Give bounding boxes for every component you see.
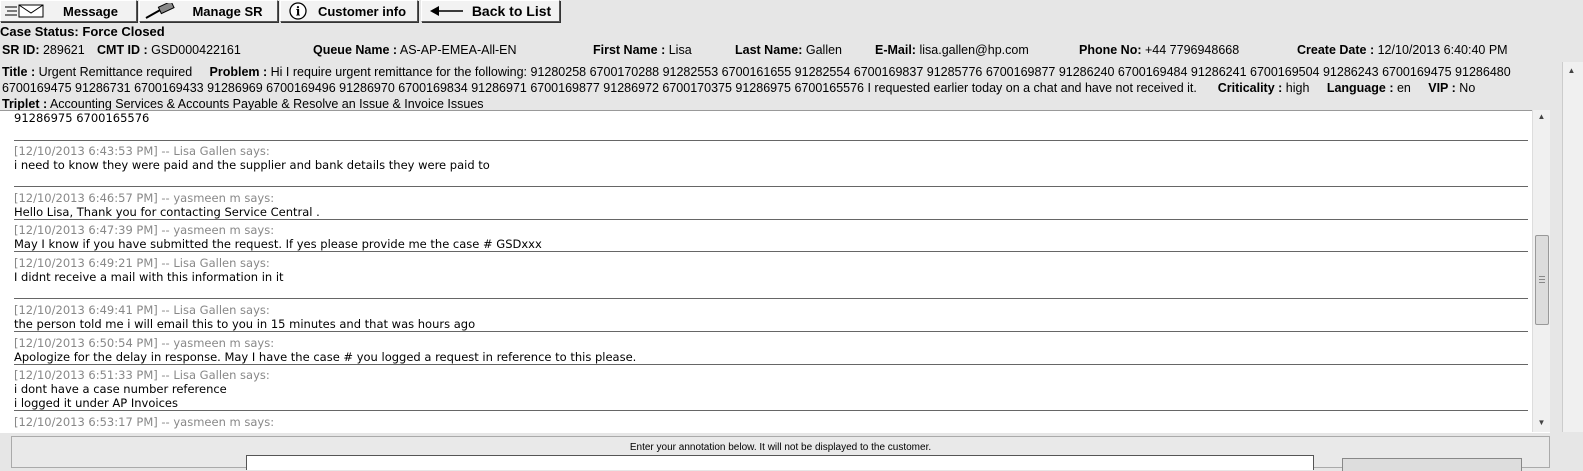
annotation-panel: Enter your annotation below. It will not…: [11, 436, 1550, 471]
scroll-up-icon[interactable]: ▲: [1533, 110, 1550, 124]
problem-label: Problem :: [209, 65, 268, 79]
create-date-value: 12/10/2013 6:40:40 PM: [1377, 43, 1508, 57]
scroll-down-icon[interactable]: ▼: [1533, 416, 1550, 430]
chat-message-meta: [12/10/2013 6:53:17 PM] -- yasmeen m say…: [14, 415, 275, 429]
left-arrow-icon: [430, 5, 464, 17]
back-to-list-button[interactable]: Back to List: [421, 0, 560, 22]
email-value: lisa.gallen@hp.com: [919, 43, 1029, 57]
triplet-label: Triplet :: [2, 97, 48, 111]
cmt-id-value: GSD000422161: [151, 43, 241, 57]
envelope-icon: [5, 3, 45, 19]
chat-message: [12/10/2013 6:53:17 PM] -- yasmeen m say…: [14, 415, 1528, 433]
criticality-value: high: [1285, 81, 1310, 95]
criticality-label: Criticality :: [1217, 81, 1283, 95]
language-label: Language :: [1326, 81, 1394, 95]
queue-label: Queue Name :: [313, 43, 398, 57]
first-name: First Name : Lisa: [593, 43, 692, 57]
message-button[interactable]: Message: [0, 0, 137, 22]
chat-message-text: i dont have a case number reference: [14, 382, 227, 396]
title-label: Title :: [2, 65, 36, 79]
chat-message-meta: [12/10/2013 6:46:57 PM] -- yasmeen m say…: [14, 191, 275, 205]
chat-message: [12/10/2013 6:51:33 PM] -- Lisa Gallen s…: [14, 368, 1528, 411]
last-name-value: Gallen: [805, 43, 843, 57]
toolbar: Message Manage SR i Customer info Back t…: [0, 0, 1583, 22]
chat-message-meta: [12/10/2013 6:49:41 PM] -- Lisa Gallen s…: [14, 303, 270, 317]
create-date: Create Date : 12/10/2013 6:40:40 PM: [1297, 43, 1508, 57]
cmt-id: CMT ID : GSD000422161: [97, 43, 241, 57]
phone-label: Phone No:: [1079, 43, 1142, 57]
sr-id-value: 289621: [42, 43, 85, 57]
case-status: Case Status: Force Closed: [0, 24, 165, 39]
vip-label: VIP :: [1428, 81, 1456, 95]
manage-sr-button[interactable]: Manage SR: [139, 0, 278, 22]
case-details: Title : Urgent Remittance required Probl…: [2, 64, 1552, 112]
first-name-label: First Name :: [593, 43, 666, 57]
scroll-up-icon[interactable]: ▲: [1563, 64, 1580, 78]
chat-message-meta: [12/10/2013 6:50:54 PM] -- yasmeen m say…: [14, 336, 275, 350]
customer-info-label: Customer info: [317, 3, 407, 19]
back-to-list-label: Back to List: [471, 3, 552, 19]
queue-name: Queue Name : AS-AP-EMEA-All-EN: [313, 43, 517, 57]
message-label: Message: [63, 3, 118, 19]
sr-id: SR ID: 289621: [2, 43, 85, 57]
last-name-label: Last Name:: [735, 43, 803, 57]
annotation-input[interactable]: [246, 455, 1314, 470]
chat-message: [12/10/2013 6:46:57 PM] -- yasmeen m say…: [14, 191, 1528, 220]
language-value: en: [1396, 81, 1411, 95]
chat-message-text: the person told me i will email this to …: [14, 317, 476, 331]
first-name-value: Lisa: [668, 43, 692, 57]
chat-message-text: 91286975 6700165576: [14, 111, 150, 125]
sr-id-label: SR ID:: [2, 43, 40, 57]
chat-transcript: 91286975 6700165576 [12/10/2013 6:43:53 …: [0, 110, 1550, 433]
triplet-value: Accounting Services & Accounts Payable &…: [49, 97, 484, 111]
chat-message-meta: [12/10/2013 6:47:39 PM] -- yasmeen m say…: [14, 223, 275, 237]
chat-message: [12/10/2013 6:47:39 PM] -- yasmeen m say…: [14, 223, 1528, 252]
annotation-submit-button[interactable]: [1342, 458, 1522, 471]
gavel-icon: [144, 3, 178, 19]
chat-message: [12/10/2013 6:43:53 PM] -- Lisa Gallen s…: [14, 144, 1528, 187]
chat-message: [12/10/2013 6:50:54 PM] -- yasmeen m say…: [14, 336, 1528, 365]
page-scrollbar[interactable]: ▲: [1562, 62, 1583, 432]
chat-message: [12/10/2013 6:49:21 PM] -- Lisa Gallen s…: [14, 256, 1528, 299]
chat-message-text: i logged it under AP Invoices: [14, 396, 178, 410]
chat-scrollbar[interactable]: ▲ ▼: [1532, 110, 1550, 432]
queue-value: AS-AP-EMEA-All-EN: [399, 43, 517, 57]
chat-message-meta: [12/10/2013 6:49:21 PM] -- Lisa Gallen s…: [14, 256, 270, 270]
case-status-label: Case Status:: [0, 24, 79, 39]
chat-message-text: I didnt receive a mail with this informa…: [14, 270, 284, 284]
last-name: Last Name: Gallen: [735, 43, 842, 57]
chat-message-meta: [12/10/2013 6:51:33 PM] -- Lisa Gallen s…: [14, 368, 270, 382]
customer-info-button[interactable]: i Customer info: [280, 0, 418, 22]
chat-message: [12/10/2013 6:49:41 PM] -- Lisa Gallen s…: [14, 303, 1528, 332]
chat-message-text: Apologize for the delay in response. May…: [14, 350, 637, 364]
create-date-label: Create Date :: [1297, 43, 1375, 57]
annotation-note: Enter your annotation below. It will not…: [629, 442, 932, 453]
chat-message-text: Hello Lisa, Thank you for contacting Ser…: [14, 205, 320, 219]
email-label: E-Mail:: [875, 43, 916, 57]
phone: Phone No: +44 7796948668: [1079, 43, 1239, 57]
chat-message-text: i need to know they were paid and the su…: [14, 158, 490, 172]
chat-message: 91286975 6700165576: [14, 111, 1528, 141]
info-circle-icon: i: [289, 2, 307, 20]
case-status-value: Force Closed: [82, 24, 165, 39]
chat-message-text: May I know if you have submitted the req…: [14, 237, 542, 251]
svg-text:i: i: [296, 5, 301, 19]
vip-value: No: [1459, 81, 1476, 95]
chat-message-meta: [12/10/2013 6:43:53 PM] -- Lisa Gallen s…: [14, 144, 270, 158]
manage-sr-label: Manage SR: [192, 3, 263, 19]
scrollbar-thumb[interactable]: [1535, 235, 1549, 325]
phone-value: +44 7796948668: [1144, 43, 1240, 57]
title-value: Urgent Remittance required: [38, 65, 193, 79]
email: E-Mail: lisa.gallen@hp.com: [875, 43, 1029, 57]
cmt-id-label: CMT ID :: [97, 43, 148, 57]
